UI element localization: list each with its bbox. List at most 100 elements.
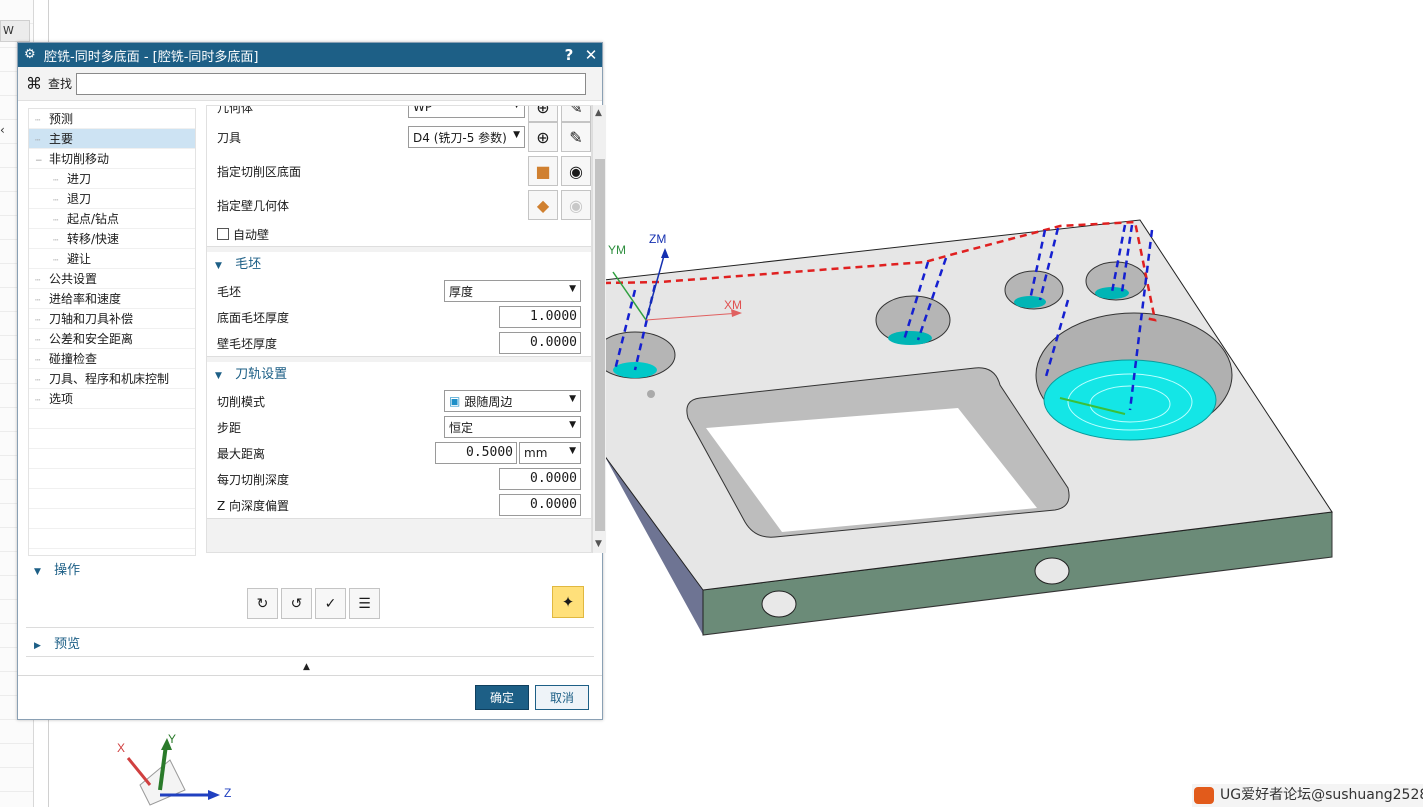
tree-expander-icon[interactable]: −	[35, 151, 49, 171]
tree-item[interactable]: ┄ 主要	[29, 129, 195, 149]
tree-empty-row	[29, 409, 195, 429]
display-eye-icon[interactable]: ◉	[561, 156, 591, 186]
blank-section: ▼ 毛坯 毛坯 厚度 ▼ 底面毛坯厚度 1.0000 壁毛坯厚度 0.0000	[207, 252, 591, 357]
tree-item[interactable]: ┄ 起点/钻点	[29, 209, 195, 229]
tree-item[interactable]: ┄ 进刀	[29, 169, 195, 189]
operations-header[interactable]: ▼ 操作	[26, 558, 594, 584]
tree-empty-row	[29, 529, 195, 549]
operation-buttons: ↻ ↺ ✓ ☰	[244, 588, 380, 619]
blank-value: 厚度	[449, 284, 474, 299]
auto-wall-label: 自动壁	[233, 227, 270, 242]
tree-item[interactable]: ┄ 退刀	[29, 189, 195, 209]
max-distance-row: 最大距离 0.5000 mm ▼	[207, 440, 591, 466]
tree-item[interactable]: ┄ 刀具、程序和机床控制	[29, 369, 195, 389]
preview-header[interactable]: ▶ 预览	[26, 633, 594, 657]
triad-x-label: X	[117, 741, 125, 755]
unit-dropdown[interactable]: mm ▼	[519, 442, 581, 464]
max-distance-input[interactable]: 0.5000	[435, 442, 517, 464]
ok-button[interactable]: 确定	[475, 685, 529, 710]
tree-item-label: 主要	[49, 132, 74, 146]
close-button[interactable]: ✕	[580, 46, 602, 64]
tree-item[interactable]: ┄ 预测	[29, 109, 195, 129]
depth-label: 每刀切削深度	[217, 472, 290, 487]
tree-connector-icon: ┄	[53, 256, 59, 266]
verify-icon[interactable]: ✓	[315, 588, 346, 619]
path-section-header[interactable]: ▼ 刀轨设置	[207, 362, 591, 388]
step-label: 步距	[217, 420, 242, 435]
depth-input[interactable]: 0.0000	[499, 468, 581, 490]
cut-mode-label: 切削模式	[217, 394, 266, 409]
tree-connector-icon: ┄	[35, 316, 41, 326]
expand-triangle-icon: ▶	[34, 641, 41, 651]
axis-xm-label: XM	[724, 298, 742, 312]
hole-mid	[875, 295, 951, 345]
point-marker	[647, 390, 655, 398]
tree-item[interactable]: ┄ 刀轴和刀具补偿	[29, 309, 195, 329]
step-value: 恒定	[449, 420, 474, 435]
generate-toolpath-icon[interactable]: ✦	[552, 586, 584, 618]
tree-item[interactable]: ┄ 转移/快速	[29, 229, 195, 249]
scroll-up-icon[interactable]: ▲	[595, 108, 602, 118]
dialog-title: 腔铣-同时多底面 - [腔铣-同时多底面]	[44, 49, 259, 65]
settings-tree: ┄ 预测 ┄ 主要 − 非切削移动 ┄ 进刀 ┄ 退刀 ┄ 起点/钻点 ┄ 转移/快速 ┄ 避让 ┄ 公共设置 ┄ 进…	[28, 108, 196, 556]
dialog-titlebar[interactable]: ⚙ 腔铣-同时多底面 - [腔铣-同时多底面] ? ✕	[18, 43, 602, 67]
search-input[interactable]	[76, 72, 587, 95]
tool-value: D4 (铣刀-5 参数)	[413, 130, 507, 145]
panel-scrollbar[interactable]: ▲ ▼	[592, 105, 606, 553]
tree-item[interactable]: ┄ 公共设置	[29, 269, 195, 289]
geometry-label: 几何体	[217, 105, 254, 115]
wall-label: 指定壁几何体	[217, 198, 290, 213]
scroll-thumb[interactable]	[595, 159, 605, 531]
hole-small-1	[1004, 270, 1064, 310]
step-dropdown[interactable]: 恒定 ▼	[444, 416, 581, 438]
tree-item[interactable]: ┄ 进给率和速度	[29, 289, 195, 309]
wall-blank-input[interactable]: 0.0000	[499, 332, 581, 354]
tree-empty-row	[29, 489, 195, 509]
max-distance-label: 最大距离	[217, 446, 266, 461]
regenerate-icon[interactable]: ↻	[247, 588, 278, 619]
tree-item[interactable]: ┄ 避让	[29, 249, 195, 269]
hole-left	[594, 331, 676, 379]
new-tool-icon[interactable]: ⊕	[528, 122, 558, 152]
tree-item[interactable]: − 非切削移动	[29, 149, 195, 169]
depth-row: 每刀切削深度 0.0000	[207, 466, 591, 492]
collapse-up-icon[interactable]: ▲	[303, 662, 310, 672]
scroll-down-icon[interactable]: ▼	[595, 539, 602, 549]
auto-wall-checkbox[interactable]	[217, 228, 229, 240]
tree-connector-icon: ┄	[35, 356, 41, 366]
orientation-triad: X Y Z	[117, 732, 231, 806]
floor-label: 指定切削区底面	[217, 164, 302, 179]
preview-section: ▶ 预览	[26, 633, 594, 657]
replay-icon[interactable]: ↺	[281, 588, 312, 619]
tree-connector-icon: ┄	[35, 296, 41, 306]
tool-label: 刀具	[217, 130, 242, 145]
tree-item[interactable]: ┄ 公差和安全距离	[29, 329, 195, 349]
footer-divider	[18, 675, 602, 676]
cut-mode-value: 跟随周边	[464, 394, 513, 409]
select-wall-icon[interactable]: ◆	[528, 190, 558, 220]
help-button[interactable]: ?	[558, 46, 580, 64]
geometry-dropdown[interactable]: WP ▼	[408, 106, 525, 118]
tree-empty-row	[29, 509, 195, 529]
follow-periphery-icon: ▣	[449, 394, 461, 408]
cancel-button[interactable]: 取消	[535, 685, 589, 710]
edit-tool-icon[interactable]: ✎	[561, 122, 591, 152]
cut-mode-dropdown[interactable]: ▣ 跟随周边 ▼	[444, 390, 581, 412]
tree-connector-icon: ┄	[35, 396, 41, 406]
tool-dropdown[interactable]: D4 (铣刀-5 参数) ▼	[408, 126, 525, 148]
chevron-down-icon: ▼	[569, 394, 576, 404]
tree-item-label: 转移/快速	[67, 232, 120, 246]
tree-connector-icon: ┄	[53, 176, 59, 186]
tree-item[interactable]: ┄ 选项	[29, 389, 195, 409]
blank-dropdown[interactable]: 厚度 ▼	[444, 280, 581, 302]
select-floor-icon[interactable]: ■	[528, 156, 558, 186]
z-offset-input[interactable]: 0.0000	[499, 494, 581, 516]
list-output-icon[interactable]: ☰	[349, 588, 380, 619]
blank-section-header[interactable]: ▼ 毛坯	[207, 252, 591, 278]
watermark: UG爱好者论坛@sushuang2528	[1192, 784, 1423, 807]
tree-item-label: 退刀	[67, 192, 92, 206]
tree-item[interactable]: ┄ 碰撞检查	[29, 349, 195, 369]
floor-blank-input[interactable]: 1.0000	[499, 306, 581, 328]
search-label: 查找	[48, 77, 73, 91]
wall-blank-label: 壁毛坯厚度	[217, 336, 278, 351]
